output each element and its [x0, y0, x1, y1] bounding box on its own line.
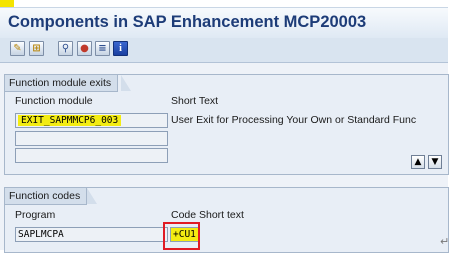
function-codes-group: Function codes Program Code Short text S… — [4, 187, 449, 253]
function-module-field-empty[interactable] — [15, 148, 168, 163]
info-icon[interactable]: i — [113, 41, 128, 56]
group-tab-slant — [121, 75, 131, 91]
page-down-icon[interactable]: ▼ — [428, 155, 442, 169]
col-program: Program — [15, 209, 56, 221]
return-mark: ↵ — [440, 235, 450, 248]
col-code: Code — [171, 209, 197, 221]
function-module-exits-group: Function module exits Function module Sh… — [4, 74, 449, 175]
function-module-field-empty[interactable] — [15, 131, 168, 146]
page-title: Components in SAP Enhancement MCP20003 — [8, 13, 367, 31]
list-icon[interactable]: ≡ — [95, 41, 110, 56]
annotation-highlight-box — [163, 222, 200, 250]
function-codes-header: Function codes — [5, 188, 88, 205]
stop-icon[interactable]: ● — [77, 41, 92, 56]
application-toolbar: ✎ ⊞ ⚲ ● ≡ i — [0, 38, 448, 63]
magnify-icon[interactable]: ⚲ — [58, 41, 73, 56]
edit-pencil-icon[interactable]: ✎ — [10, 41, 25, 56]
function-module-field[interactable]: EXIT_SAPMMCP6_003 — [15, 113, 168, 128]
col-short-text: Short text — [199, 209, 244, 221]
col-function-module: Function module — [15, 95, 93, 107]
yellow-corner-mark — [0, 0, 14, 7]
short-text-value: User Exit for Processing Your Own or Sta… — [171, 114, 417, 126]
col-short-text: Short Text — [171, 95, 219, 107]
main-content: Function module exits Function module Sh… — [0, 63, 449, 253]
group-tab-slant — [87, 188, 97, 204]
title-bar: Components in SAP Enhancement MCP20003 — [0, 7, 448, 39]
program-field[interactable]: SAPLMCPA — [15, 227, 168, 242]
display-toggle-icon[interactable]: ⊞ — [29, 41, 44, 56]
function-module-exits-header: Function module exits — [5, 75, 119, 92]
function-module-value: EXIT_SAPMMCP6_003 — [18, 115, 122, 126]
page-up-icon[interactable]: ▲ — [411, 155, 425, 169]
